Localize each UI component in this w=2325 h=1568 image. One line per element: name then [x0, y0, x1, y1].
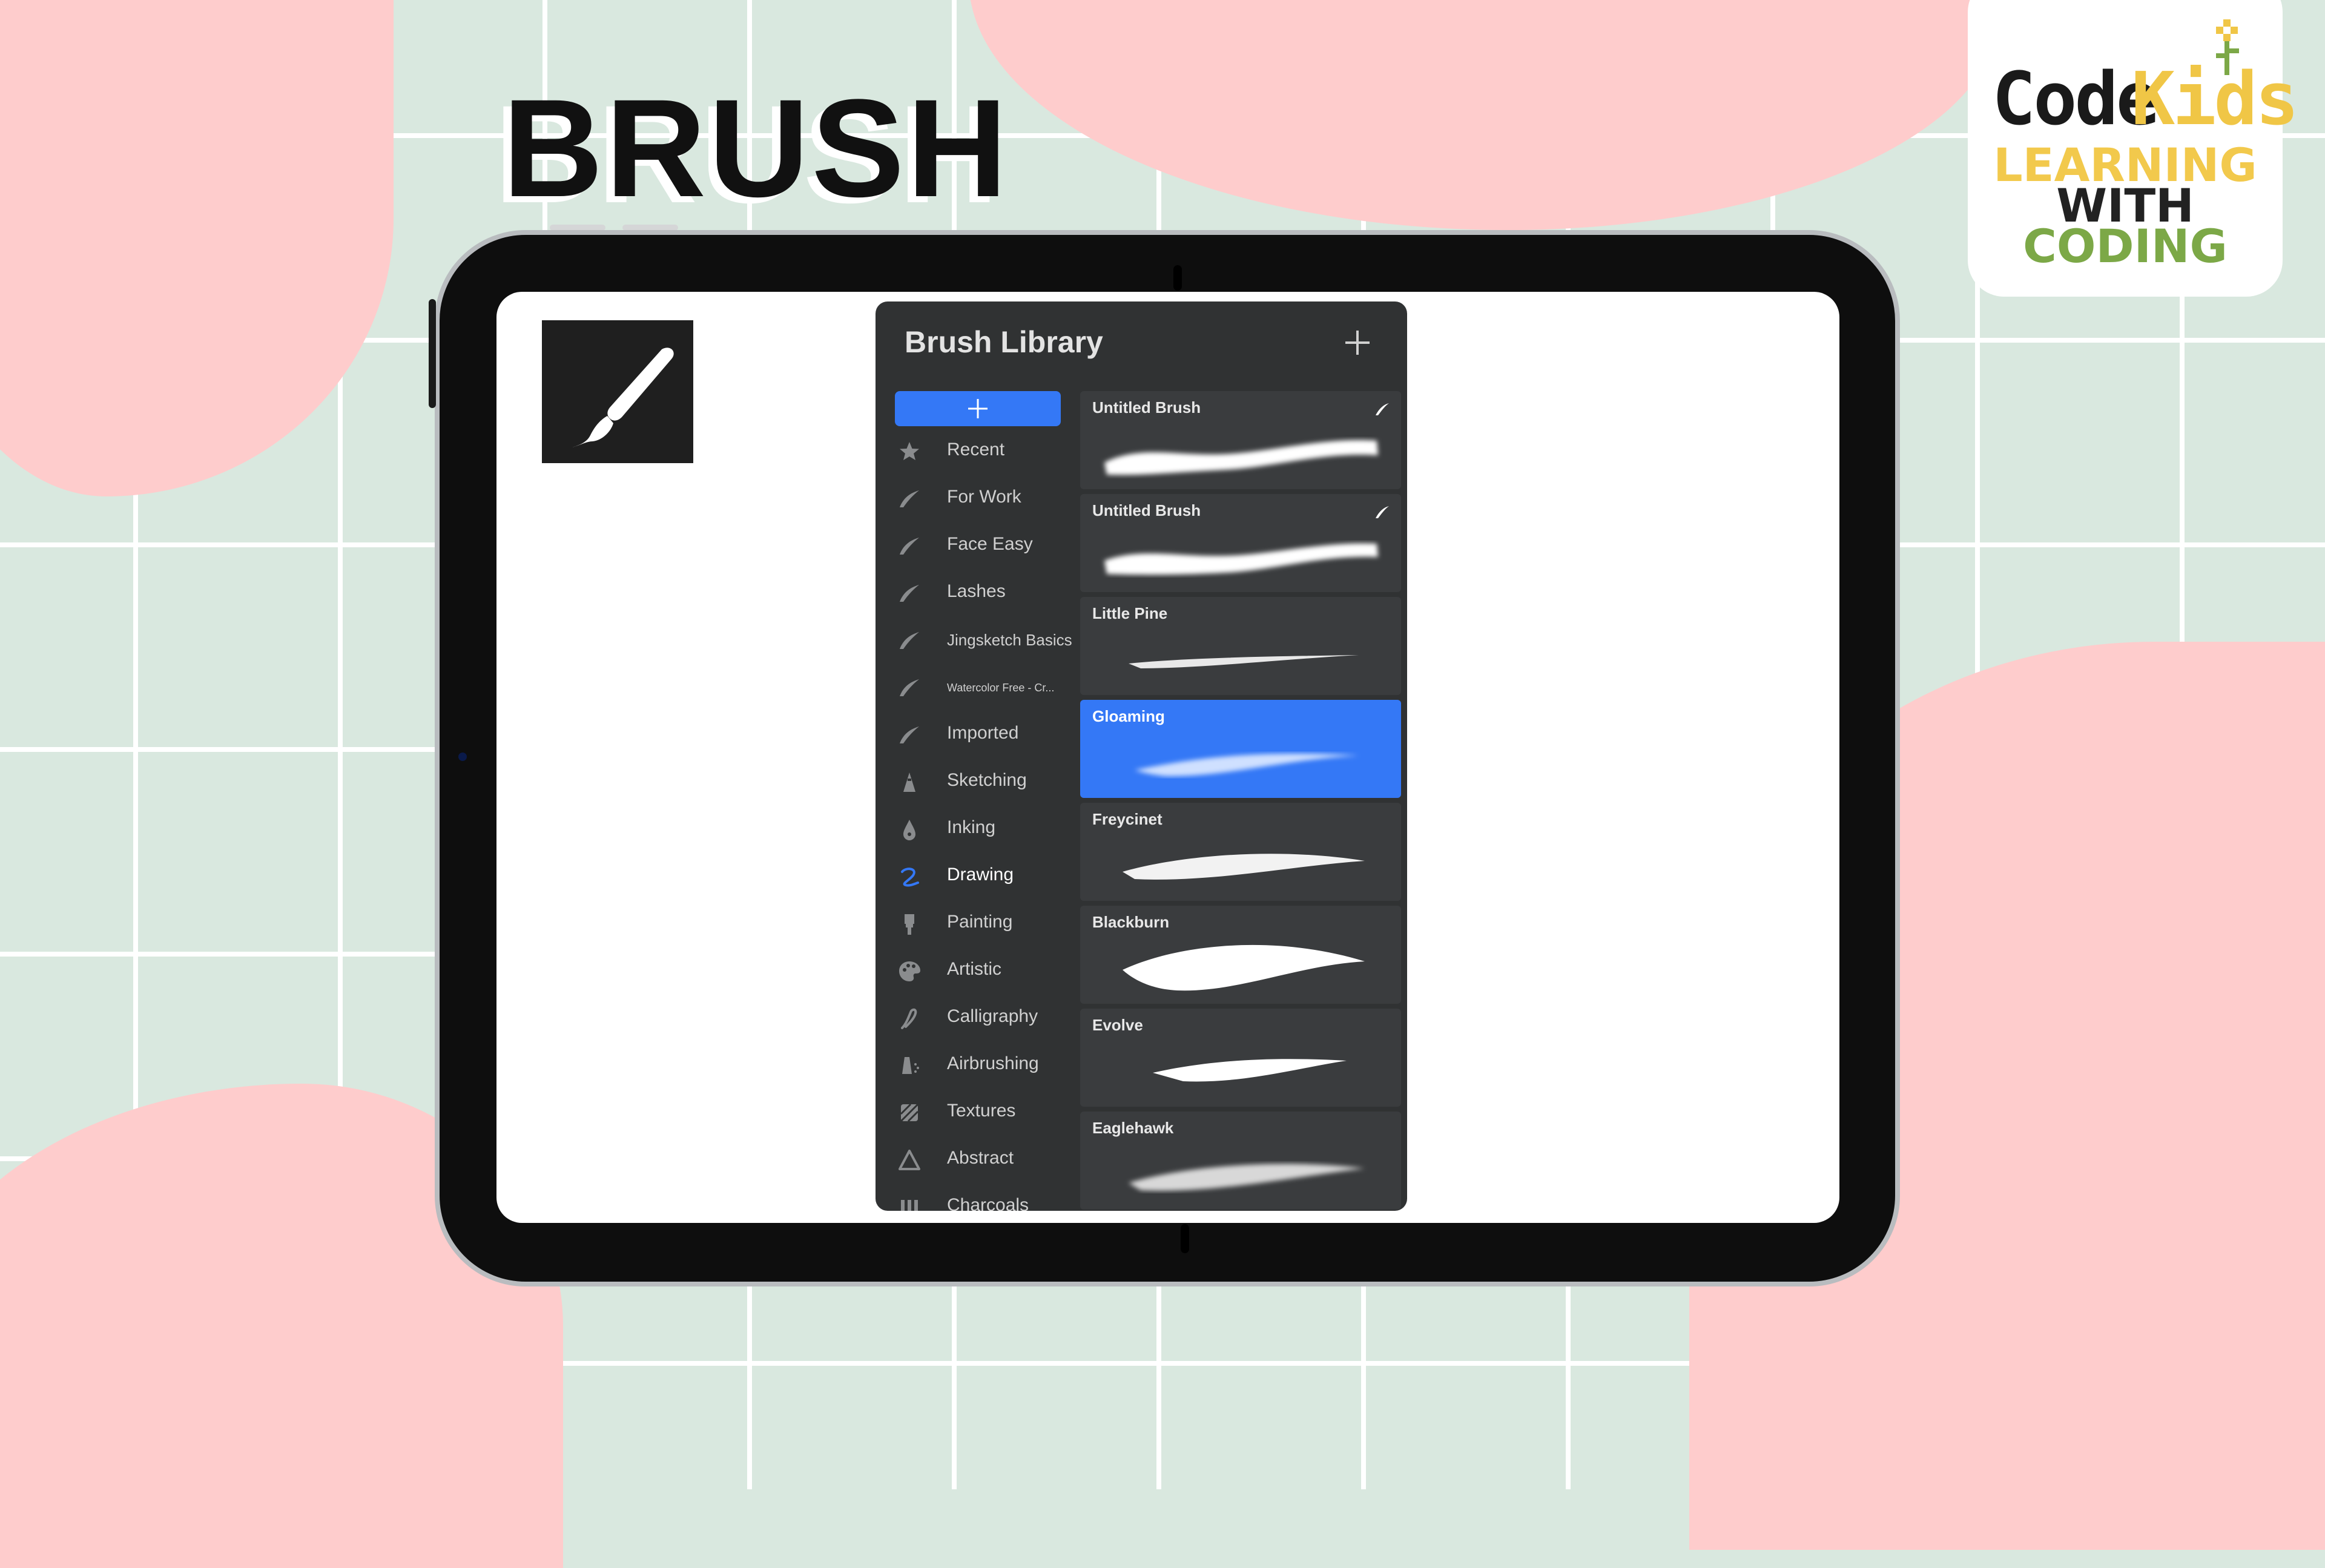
- camera-icon: [458, 753, 467, 761]
- category-painting[interactable]: Painting: [876, 900, 1078, 947]
- category-charcoals[interactable]: Charcoals: [876, 1183, 1078, 1211]
- stroke-preview: [1129, 1164, 1365, 1191]
- brush-stroke-icon: [1376, 403, 1389, 415]
- category-face-easy[interactable]: Face Easy: [876, 522, 1078, 569]
- category-recent[interactable]: Recent: [876, 427, 1078, 475]
- brush-stroke-icon: [900, 726, 919, 743]
- category-label: Lashes: [947, 581, 1006, 601]
- category-label: Drawing: [947, 865, 1014, 884]
- stroke-preview: [1153, 1059, 1347, 1082]
- category-label: Jingsketch Basics: [947, 631, 1072, 649]
- category-label: Watercolor Free - Cr...: [947, 682, 1055, 694]
- category-abstract[interactable]: Abstract: [876, 1136, 1078, 1183]
- category-imported[interactable]: Imported: [876, 711, 1078, 758]
- brush-name: Little Pine: [1092, 604, 1168, 622]
- stroke-preview: [1123, 854, 1365, 880]
- category-label: Painting: [947, 912, 1013, 932]
- camera-notch: [1173, 265, 1182, 291]
- logo-wordmark-kids: Kids: [2131, 58, 2299, 142]
- stroke-preview: [1104, 440, 1378, 475]
- category-label: For Work: [947, 487, 1021, 507]
- category-label: Textures: [947, 1101, 1016, 1121]
- stroke-preview: [1123, 944, 1365, 991]
- category-label: Sketching: [947, 770, 1027, 790]
- panel-title: Brush Library: [905, 325, 1103, 359]
- category-label: Artistic: [947, 959, 1001, 979]
- texture-icon: [900, 1103, 919, 1122]
- brush-name: Gloaming: [1092, 707, 1165, 725]
- brush-stroke-icon: [900, 632, 919, 649]
- plus-icon: [968, 399, 988, 418]
- connector-notch: [1181, 1224, 1189, 1253]
- category-label: Recent: [947, 440, 1005, 460]
- brush-name: Evolve: [1092, 1016, 1143, 1034]
- page-title: BRUSH: [503, 70, 1010, 226]
- brush-item[interactable]: Untitled Brush: [1080, 391, 1401, 489]
- brush-item[interactable]: Untitled Brush: [1080, 494, 1401, 592]
- brush-stroke-icon: [900, 538, 919, 555]
- category-sketching[interactable]: Sketching: [876, 758, 1078, 805]
- airbrush-icon: [902, 1057, 919, 1074]
- category-label: Imported: [947, 723, 1019, 743]
- plus-icon[interactable]: [1343, 328, 1372, 357]
- category-for-work[interactable]: For Work: [876, 475, 1078, 522]
- calligraphy-icon: [901, 1008, 917, 1029]
- brush-tool-button[interactable]: [542, 320, 693, 463]
- brush-library-panel: Brush Library Recent For Work Face Easy …: [876, 301, 1407, 1211]
- squiggle-icon: [901, 868, 919, 887]
- stroke-preview: [1135, 753, 1359, 777]
- category-label: Inking: [947, 817, 996, 837]
- logo-line-coding: CODING: [2023, 219, 2228, 273]
- brush-item[interactable]: Freycinet: [1080, 803, 1401, 901]
- category-watercolor-free[interactable]: Watercolor Free - Cr...: [876, 664, 1078, 711]
- brush-name: Untitled Brush: [1092, 501, 1201, 519]
- brush-item[interactable]: Eaglehawk: [1080, 1112, 1401, 1210]
- category-calligraphy[interactable]: Calligraphy: [876, 994, 1078, 1041]
- category-jingsketch-basics[interactable]: Jingsketch Basics: [876, 616, 1078, 664]
- brush-item[interactable]: Little Pine: [1080, 597, 1401, 695]
- category-lashes[interactable]: Lashes: [876, 569, 1078, 616]
- brush-name: Blackburn: [1092, 913, 1170, 931]
- stroke-preview: [1104, 543, 1378, 575]
- category-textures[interactable]: Textures: [876, 1089, 1078, 1136]
- brush-item-selected[interactable]: Gloaming: [1080, 700, 1401, 798]
- category-airbrushing[interactable]: Airbrushing: [876, 1041, 1078, 1089]
- brush-name: Eaglehawk: [1092, 1119, 1174, 1137]
- add-category-button[interactable]: [895, 391, 1061, 426]
- brush-stroke-icon: [900, 490, 919, 507]
- brush-name: Untitled Brush: [1092, 398, 1201, 417]
- brush-name: Freycinet: [1092, 810, 1162, 828]
- brush-stroke-icon: [1376, 506, 1389, 518]
- category-drawing[interactable]: Drawing: [876, 852, 1078, 900]
- brush-stroke-icon: [900, 585, 919, 602]
- category-label: Airbrushing: [947, 1053, 1039, 1073]
- paintbrush-icon: [572, 348, 674, 447]
- brush-item[interactable]: Evolve: [1080, 1009, 1401, 1107]
- category-label: Face Easy: [947, 534, 1033, 554]
- triangle-icon: [899, 1150, 920, 1170]
- star-icon: [900, 442, 919, 460]
- category-label: Calligraphy: [947, 1006, 1038, 1026]
- brush-item[interactable]: Blackburn: [1080, 906, 1401, 1004]
- category-inking[interactable]: Inking: [876, 805, 1078, 852]
- category-label: Abstract: [947, 1148, 1014, 1168]
- paint-brush-icon: [905, 914, 914, 935]
- pencil-tip-icon: [903, 772, 915, 792]
- ink-drop-icon: [903, 820, 915, 840]
- brush-list: Untitled Brush Untitled Brush Little Pin…: [1080, 391, 1402, 1211]
- category-label: Charcoals: [947, 1195, 1029, 1211]
- category-artistic[interactable]: Artistic: [876, 947, 1078, 994]
- power-button: [429, 299, 436, 408]
- brush-stroke-icon: [900, 679, 919, 696]
- charcoal-icon: [901, 1200, 918, 1211]
- stroke-preview: [1129, 655, 1359, 668]
- palette-icon: [899, 961, 920, 981]
